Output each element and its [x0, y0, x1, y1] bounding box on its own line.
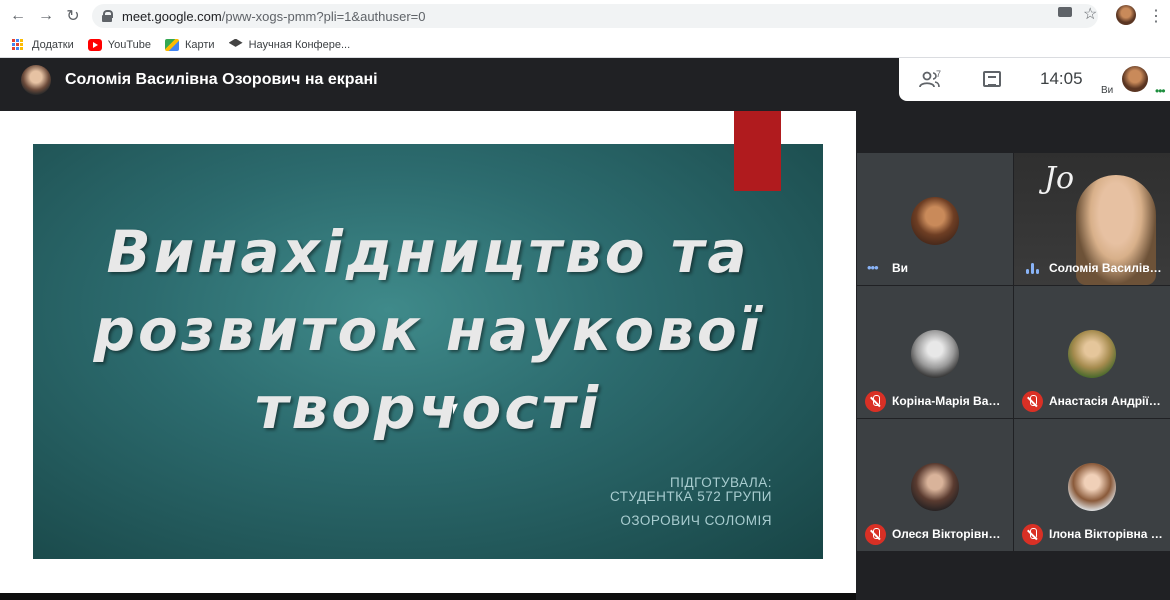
- slide-subtitle-line: ПІДГОТУВАЛА:: [670, 475, 772, 490]
- mic-off-icon: [1022, 391, 1043, 412]
- back-icon[interactable]: ←: [4, 2, 32, 30]
- bookmark-conference[interactable]: Научная Конфере...: [228, 38, 351, 51]
- participant-name: Анастасія Андріїв...: [1049, 394, 1164, 408]
- participants-count: 7: [936, 69, 942, 79]
- youtube-icon: [87, 38, 102, 51]
- url-path: /pww-xogs-pmm?pli=1&authuser=0: [221, 8, 426, 24]
- bookmark-apps[interactable]: Додатки: [12, 38, 74, 51]
- menu-kebab-icon[interactable]: ⋮: [1148, 6, 1164, 26]
- slide-title-line: розвиток наукової: [93, 296, 763, 364]
- slide-ribbon: [734, 111, 781, 191]
- bookmarks-bar: Додатки YouTube Карти Научная Конфере...: [0, 32, 1170, 58]
- participant-tile[interactable]: ••• Ви: [857, 153, 1013, 285]
- participant-tile[interactable]: Олеся Вікторівна ...: [857, 419, 1013, 551]
- participant-name: Ілона Вікторівна К...: [1049, 527, 1164, 541]
- bookmark-label: Додатки: [32, 38, 74, 51]
- bookmark-youtube[interactable]: YouTube: [87, 38, 151, 51]
- url-host: meet.google.com: [122, 8, 222, 24]
- slide-title-line: Винахідництво та: [106, 218, 750, 286]
- bookmark-maps[interactable]: Карти: [164, 38, 215, 51]
- maps-icon: [164, 38, 179, 51]
- participant-tile[interactable]: Jo Соломія Василівн...: [1014, 153, 1170, 285]
- speaking-icon: [1026, 262, 1039, 274]
- participant-name: Соломія Василівн...: [1049, 261, 1164, 275]
- browser-toolbar: ← → ↻ meet.google.com/pww-xogs-pmm?pli=1…: [0, 0, 1170, 32]
- avatar: [1068, 330, 1116, 378]
- bottom-strip: [0, 593, 856, 600]
- address-bar[interactable]: meet.google.com/pww-xogs-pmm?pli=1&authu…: [92, 4, 1098, 28]
- participant-name: Ви: [892, 261, 909, 275]
- participant-name: Коріна-Марія Васи...: [892, 394, 1007, 408]
- self-label: Ви: [1101, 85, 1114, 96]
- more-dots-icon: •••: [867, 260, 879, 275]
- star-icon[interactable]: ☆: [1083, 4, 1097, 24]
- more-dots-icon: •••: [1155, 84, 1166, 98]
- avatar: [911, 463, 959, 511]
- bookmark-label: Научная Конфере...: [248, 38, 351, 51]
- forward-icon[interactable]: →: [32, 2, 60, 30]
- self-avatar[interactable]: [1122, 66, 1148, 92]
- lock-icon: [102, 10, 113, 22]
- avatar: [911, 330, 959, 378]
- participant-name: Олеся Вікторівна ...: [892, 527, 1007, 541]
- slide-title-line: творчості: [254, 374, 602, 442]
- slide-title: Винахідництво та розвиток наукової творч…: [33, 213, 823, 447]
- bookmark-label: Карти: [184, 38, 215, 51]
- meeting-clock: 14:05: [1040, 69, 1083, 88]
- participant-tile[interactable]: Коріна-Марія Васи...: [857, 286, 1013, 418]
- presenter-header: Соломія Василівна Озорович на екрані: [0, 59, 900, 101]
- chat-icon[interactable]: [983, 71, 1001, 87]
- profile-avatar[interactable]: [1116, 5, 1136, 25]
- mic-off-icon: [865, 391, 886, 412]
- mic-off-icon: [865, 524, 886, 545]
- mic-off-icon: [1022, 524, 1043, 545]
- background-sign: Jo: [1044, 161, 1075, 196]
- participant-tile[interactable]: Анастасія Андріїв...: [1014, 286, 1170, 418]
- avatar: [911, 197, 959, 245]
- avatar: [1068, 463, 1116, 511]
- reload-icon[interactable]: ↻: [59, 2, 87, 30]
- slide-subtitle-line: ОЗОРОВИЧ СОЛОМІЯ: [620, 513, 772, 528]
- graduation-cap-icon: [228, 38, 243, 47]
- slide-subtitle-line: СТУДЕНТКА 572 ГРУПИ: [609, 489, 772, 504]
- presenter-avatar: [21, 65, 51, 95]
- participant-tile[interactable]: Ілона Вікторівна К...: [1014, 419, 1170, 551]
- mouse-cursor-icon: [453, 403, 458, 415]
- presenter-title: Соломія Василівна Озорович на екрані: [65, 71, 378, 88]
- camera-icon[interactable]: [1058, 7, 1072, 17]
- meet-top-panel: 7 14:05 Ви •••: [899, 58, 1170, 101]
- bookmark-label: YouTube: [107, 38, 151, 51]
- participant-grid: ••• Ви Jo Соломія Василівн... Коріна-Мар…: [857, 153, 1170, 551]
- apps-icon: [12, 38, 26, 51]
